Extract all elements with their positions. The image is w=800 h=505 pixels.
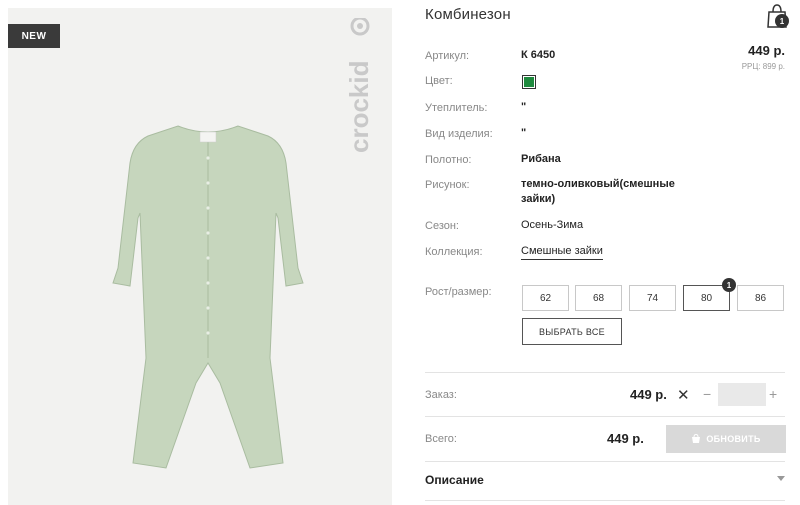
- total-price: 449 р.: [607, 431, 644, 446]
- quantity-input[interactable]: [718, 383, 766, 406]
- increase-quantity-button[interactable]: +: [769, 386, 777, 402]
- item-type-label: Вид изделия:: [425, 128, 493, 140]
- size-option-86[interactable]: 86: [737, 285, 784, 311]
- pattern-value-line1: темно-оливковый(смешные: [521, 178, 675, 190]
- divider: [425, 461, 785, 462]
- product-title: Комбинезон: [425, 6, 511, 23]
- product-photo: [8, 8, 392, 505]
- divider: [425, 416, 785, 417]
- size-count-badge: 1: [722, 278, 736, 292]
- color-label: Цвет:: [425, 75, 453, 87]
- article-value: К 6450: [521, 49, 556, 61]
- size-option-74[interactable]: 74: [629, 285, 676, 311]
- article-label: Артикул:: [425, 50, 470, 62]
- season-value: Осень-Зима: [521, 219, 584, 231]
- size-label: Рост/размер:: [425, 286, 492, 298]
- basket-icon: [692, 434, 701, 443]
- collection-label: Коллекция:: [425, 246, 483, 258]
- update-button-label: ОБНОВИТЬ: [706, 434, 761, 444]
- pattern-value-line2: зайки): [521, 193, 556, 205]
- insulation-value: ": [521, 101, 527, 113]
- svg-text:crockid: crockid: [344, 61, 374, 154]
- size-option-68[interactable]: 68: [575, 285, 622, 311]
- update-button[interactable]: ОБНОВИТЬ: [666, 425, 786, 453]
- insulation-label: Утеплитель:: [425, 102, 488, 114]
- fabric-label: Полотно:: [425, 154, 472, 166]
- decrease-quantity-button[interactable]: −: [703, 386, 711, 402]
- pattern-label: Рисунок:: [425, 179, 470, 191]
- select-all-button[interactable]: ВЫБРАТЬ ВСЕ: [522, 318, 622, 345]
- color-swatch-fill: [524, 77, 534, 87]
- divider: [425, 372, 785, 373]
- total-label: Всего:: [425, 433, 457, 445]
- size-option-62[interactable]: 62: [522, 285, 569, 311]
- chevron-down-icon[interactable]: [777, 476, 785, 481]
- product-image: [112, 125, 304, 469]
- description-toggle[interactable]: Описание: [425, 473, 484, 487]
- product-price: 449 р.: [748, 43, 785, 58]
- divider: [425, 500, 785, 501]
- rrp-price: РРЦ: 899 р.: [741, 62, 785, 71]
- order-price: 449 р.: [630, 387, 667, 402]
- item-type-value: ": [521, 127, 527, 139]
- season-label: Сезон:: [425, 220, 459, 232]
- color-swatch[interactable]: [522, 75, 536, 89]
- collection-link[interactable]: Смешные зайки: [521, 245, 603, 260]
- fabric-value: Рибана: [521, 153, 561, 165]
- brand-logo: crockid: [344, 18, 374, 154]
- remove-icon[interactable]: ✕: [677, 386, 690, 404]
- new-badge: NEW: [8, 24, 60, 48]
- order-label: Заказ:: [425, 389, 457, 401]
- cart-count-badge: 1: [775, 14, 789, 28]
